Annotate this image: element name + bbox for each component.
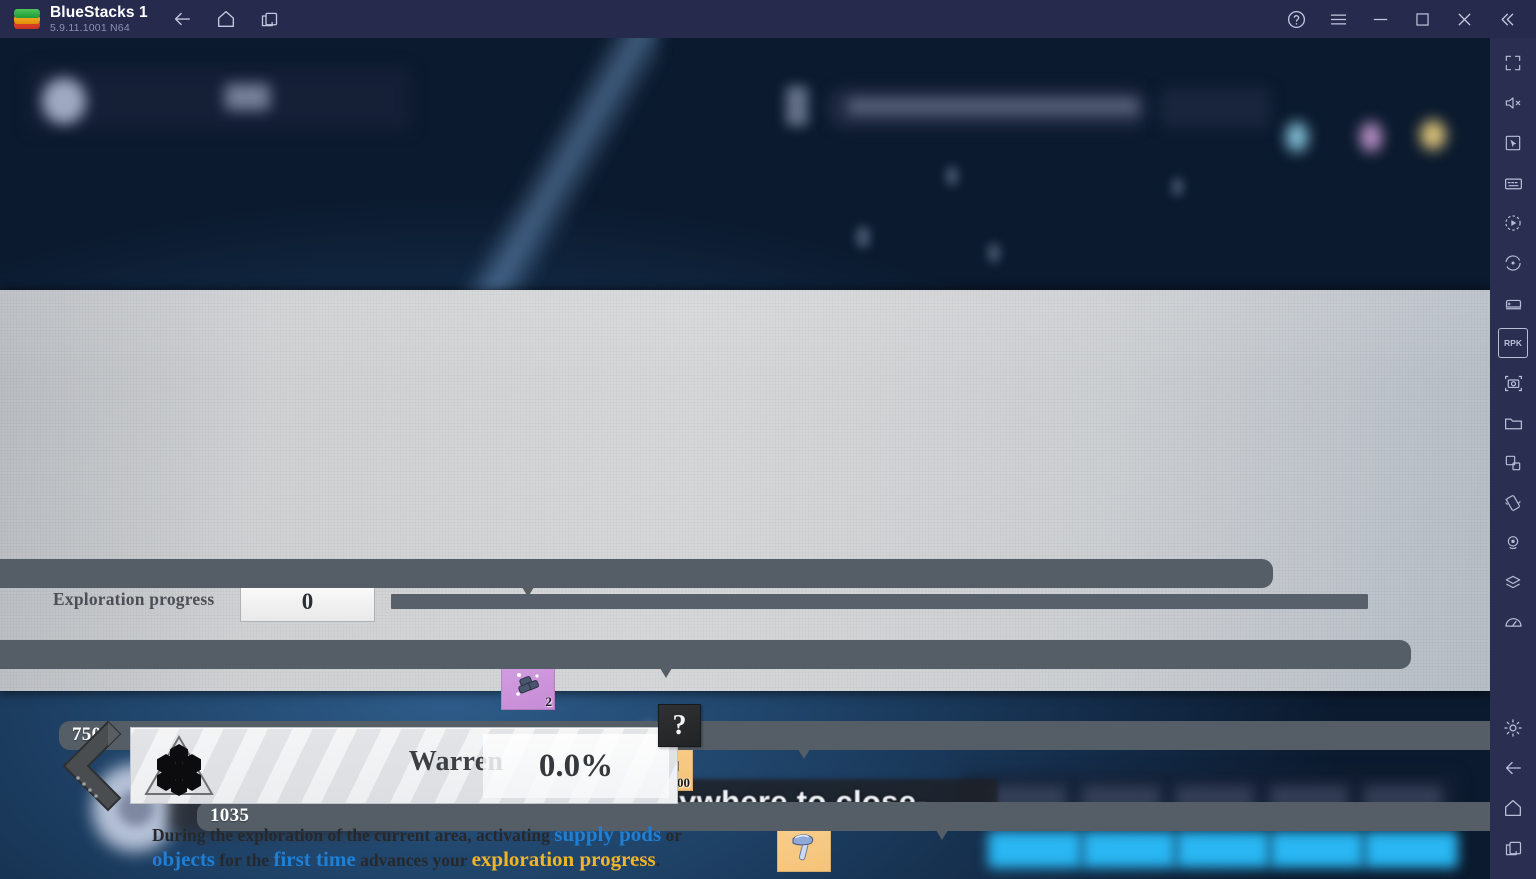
blurred-resource-orb-pink	[1360, 122, 1382, 152]
desc-seg-1: During the exploration of the current ar…	[152, 825, 555, 845]
region-percent: 0.0%	[538, 747, 614, 784]
home-icon[interactable]	[214, 7, 238, 31]
rpk-icon[interactable]: RPK	[1498, 328, 1528, 358]
recents-icon[interactable]	[1498, 833, 1528, 863]
mute-icon[interactable]	[1498, 88, 1528, 118]
bluestacks-logo-icon	[14, 7, 40, 31]
back-arrow-icon[interactable]	[170, 7, 194, 31]
blurred-bottom-right-button	[1270, 831, 1364, 868]
background-star	[1172, 178, 1183, 196]
blurred-top-right-bar	[828, 88, 1148, 128]
multi-instance-icon[interactable]	[258, 7, 282, 31]
help-button[interactable]: ?	[658, 704, 701, 747]
previous-region-button[interactable]	[48, 716, 128, 816]
copy-to-instance-icon[interactable]	[1498, 448, 1528, 478]
desc-seg-9: .	[655, 850, 661, 870]
collapse-sidebar-icon[interactable]	[1494, 7, 1518, 31]
location-pin-icon[interactable]	[1498, 528, 1528, 558]
rotate-icon[interactable]	[1498, 248, 1528, 278]
media-folder-icon[interactable]	[1498, 408, 1528, 438]
milestone-reward-qty: 2	[545, 694, 553, 709]
cursor-pointer-icon[interactable]	[1498, 128, 1528, 158]
exploration-progress-track	[391, 594, 1368, 609]
close-icon[interactable]	[1452, 7, 1476, 31]
blurred-top-right-text	[848, 98, 1138, 115]
gamepad-icon[interactable]	[1498, 288, 1528, 318]
shake-icon[interactable]	[1498, 488, 1528, 518]
performance-meter-icon[interactable]	[1498, 608, 1528, 638]
blurred-top-left-bar	[30, 68, 410, 130]
titlebar-nav-group	[170, 7, 282, 31]
blurred-top-left-label	[225, 84, 270, 110]
game-viewport[interactable]: Exploration progress 0 285 2 470	[0, 38, 1490, 879]
app-name: BlueStacks 1	[50, 3, 148, 21]
background-star	[856, 226, 870, 248]
exploration-overlay-panel: Exploration progress 0 285 2 470	[0, 290, 1490, 872]
blurred-bottom-right-button	[1176, 831, 1270, 868]
app-version: 5.9.11.1001 N64	[50, 22, 130, 34]
bluestacks-sidebar: RPK	[1490, 38, 1536, 879]
app-title-group: BlueStacks 1 5.9.11.1001 N64	[50, 3, 148, 34]
exploration-description: During the exploration of the current ar…	[152, 822, 682, 872]
desc-seg-3: or	[661, 825, 682, 845]
back-arrow-icon[interactable]	[1498, 753, 1528, 783]
blurred-bottom-right-button	[1082, 831, 1176, 868]
blurred-top-left-orb	[42, 78, 86, 124]
bluestacks-title-bar: BlueStacks 1 5.9.11.1001 N64	[0, 0, 1536, 38]
maximize-icon[interactable]	[1410, 7, 1434, 31]
blurred-resource-orb-gold	[1420, 120, 1446, 150]
macro-record-icon[interactable]	[1498, 208, 1528, 238]
blurred-top-right-secondary	[1160, 88, 1270, 128]
region-percent-box: 0.0%	[483, 734, 669, 798]
desc-supply-pods: supply pods	[554, 822, 662, 846]
blurred-resource-orb-cyan	[1286, 122, 1308, 152]
blurred-bottom-right-button	[988, 831, 1082, 868]
help-circle-icon[interactable]	[1284, 7, 1308, 31]
menu-hamburger-icon[interactable]	[1326, 7, 1350, 31]
layers-icon[interactable]	[1498, 568, 1528, 598]
desc-seg-5: for the	[214, 850, 274, 870]
fullscreen-icon[interactable]	[1498, 48, 1528, 78]
desc-objects: objects	[152, 847, 215, 871]
background-star	[946, 166, 958, 186]
desc-exploration-progress: exploration progress	[471, 847, 656, 871]
background-star	[988, 243, 1000, 263]
settings-gear-icon[interactable]	[1498, 713, 1528, 743]
exploration-progress-value-box: 0	[240, 582, 375, 622]
minimize-icon[interactable]	[1368, 7, 1392, 31]
region-progress-bar[interactable]: Warren 0.0%	[130, 727, 678, 804]
exploration-progress-value: 0	[301, 589, 314, 614]
titlebar-window-controls	[1284, 7, 1518, 31]
exploration-progress-label: Exploration progress	[53, 589, 215, 609]
blurred-top-right-pin	[786, 86, 808, 126]
screenshot-icon[interactable]	[1498, 368, 1528, 398]
keymapping-icon[interactable]	[1498, 168, 1528, 198]
blurred-bottom-right-button	[1364, 831, 1458, 868]
hammer-icon	[792, 834, 814, 861]
milestone-threshold: 285	[0, 559, 1273, 588]
desc-seg-7: advances your	[355, 850, 472, 870]
desc-first-time: first time	[273, 847, 356, 871]
home-icon[interactable]	[1498, 793, 1528, 823]
hex-cluster-icon	[143, 734, 215, 798]
crystal-shards-icon	[516, 673, 539, 696]
chevron-left-icon	[62, 720, 122, 812]
milestone-threshold: 470	[0, 640, 1411, 669]
